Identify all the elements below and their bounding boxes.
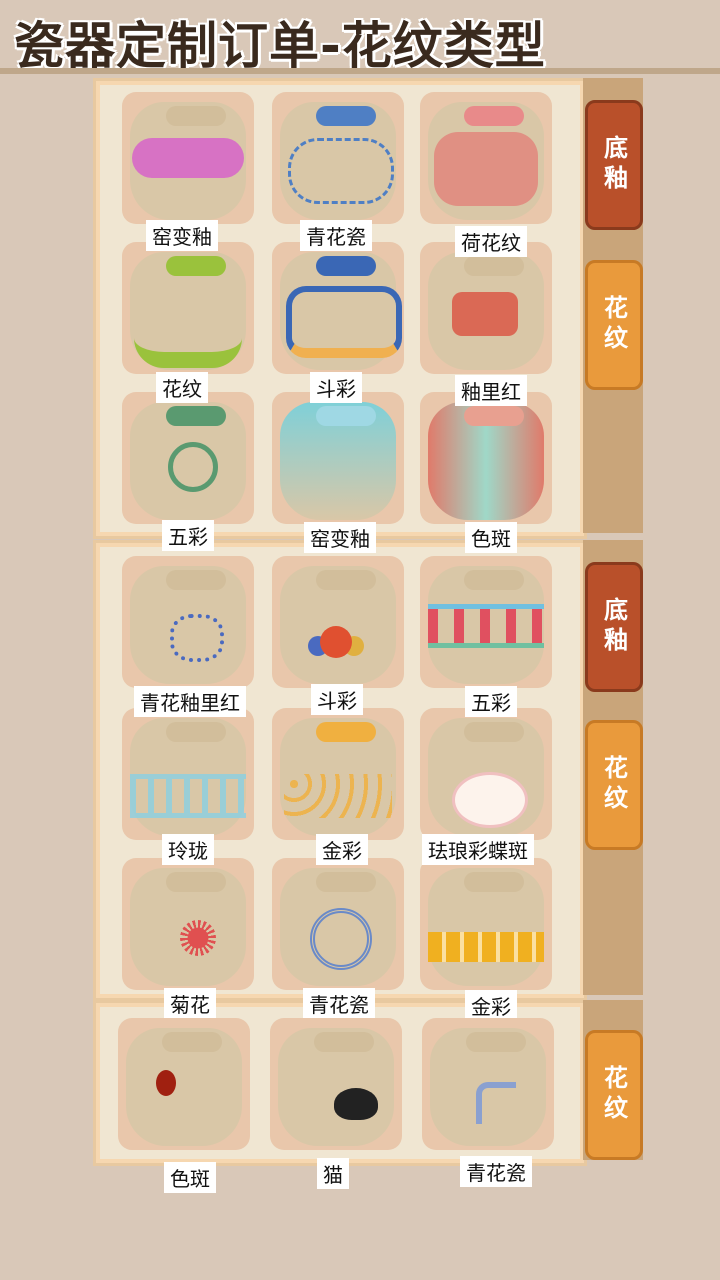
option-label: 荷花纹: [455, 226, 527, 257]
pattern-option-card[interactable]: [420, 708, 552, 840]
option-label: 窑变釉: [304, 522, 376, 553]
blue-gradient-vase-icon: [280, 402, 281, 403]
pattern-option-card[interactable]: [272, 556, 404, 688]
purple-glaze-vase-icon: [132, 138, 244, 178]
floral-vase-icon: [134, 282, 242, 368]
option-label: 釉里红: [455, 375, 527, 406]
option-label: 色斑: [465, 522, 517, 553]
blue-branch-motif-icon: [476, 1082, 516, 1124]
pattern-option-card[interactable]: [270, 1018, 402, 1150]
pattern-option-card[interactable]: [272, 858, 404, 990]
wucai-vase-icon: [168, 442, 218, 492]
spot-motif-icon: [156, 1070, 176, 1096]
option-label: 珐琅彩蝶斑: [422, 834, 534, 865]
cat-motif-icon: [334, 1088, 378, 1120]
option-label: 花纹: [156, 372, 208, 403]
option-label: 青花瓷: [460, 1156, 532, 1187]
doucai-vase-icon: [286, 286, 402, 358]
pattern-option-card[interactable]: [272, 392, 404, 524]
tab-pattern[interactable]: 花纹: [585, 260, 643, 390]
blue-red-motif-icon: [170, 614, 224, 662]
color-spot-vase-icon: [428, 402, 429, 403]
option-label: 窑变釉: [146, 220, 218, 251]
pattern-option-card[interactable]: [122, 556, 254, 688]
tab-base-glaze[interactable]: 底釉: [585, 100, 643, 230]
pattern-option-card[interactable]: [420, 556, 552, 688]
gold-scroll-motif-icon: [284, 774, 392, 818]
pattern-option-card[interactable]: [272, 242, 404, 374]
pattern-option-card[interactable]: [118, 1018, 250, 1150]
option-label: 金彩: [316, 834, 368, 865]
pattern-option-card[interactable]: [422, 1018, 554, 1150]
tab-pattern[interactable]: 花纹: [585, 1030, 643, 1160]
option-label: 金彩: [465, 990, 517, 1021]
option-label: 斗彩: [311, 684, 363, 715]
pattern-option-card[interactable]: [122, 392, 254, 524]
option-label: 青花釉里红: [134, 686, 246, 717]
pattern-option-card[interactable]: [420, 242, 552, 374]
option-label: 五彩: [465, 686, 517, 717]
option-label: 色斑: [164, 1162, 216, 1193]
pattern-option-card[interactable]: [272, 92, 404, 224]
wucai-band-motif-icon: [428, 604, 544, 648]
chrysanthemum-motif-icon: [180, 920, 216, 956]
pattern-option-card[interactable]: [420, 92, 552, 224]
underglaze-red-vase-icon: [452, 292, 518, 336]
pattern-option-card[interactable]: [122, 92, 254, 224]
option-label: 青花瓷: [300, 220, 372, 251]
pattern-option-card[interactable]: [122, 858, 254, 990]
tab-base-glaze[interactable]: 底釉: [585, 562, 643, 692]
doucai-flower-motif-icon: [320, 626, 352, 658]
blue-white-vase-icon: [288, 138, 394, 204]
pattern-option-card[interactable]: [122, 242, 254, 374]
pattern-option-card[interactable]: [420, 858, 552, 990]
title-divider: [0, 68, 720, 74]
option-label: 玲珑: [162, 834, 214, 865]
option-label: 菊花: [164, 988, 216, 1019]
option-label: 斗彩: [310, 372, 362, 403]
tab-pattern[interactable]: 花纹: [585, 720, 643, 850]
pattern-option-card[interactable]: [122, 708, 254, 840]
option-label: 青花瓷: [303, 988, 375, 1019]
option-label: 五彩: [162, 520, 214, 551]
lotus-pattern-vase-icon: [434, 132, 538, 206]
linglong-band-motif-icon: [130, 774, 246, 818]
pattern-option-card[interactable]: [272, 708, 404, 840]
option-label: 猫: [317, 1158, 349, 1189]
blue-medallion-motif-icon: [310, 908, 372, 970]
enamel-butterfly-motif-icon: [452, 772, 528, 828]
gold-band-motif-icon: [428, 932, 544, 962]
pattern-option-card[interactable]: [420, 392, 552, 524]
